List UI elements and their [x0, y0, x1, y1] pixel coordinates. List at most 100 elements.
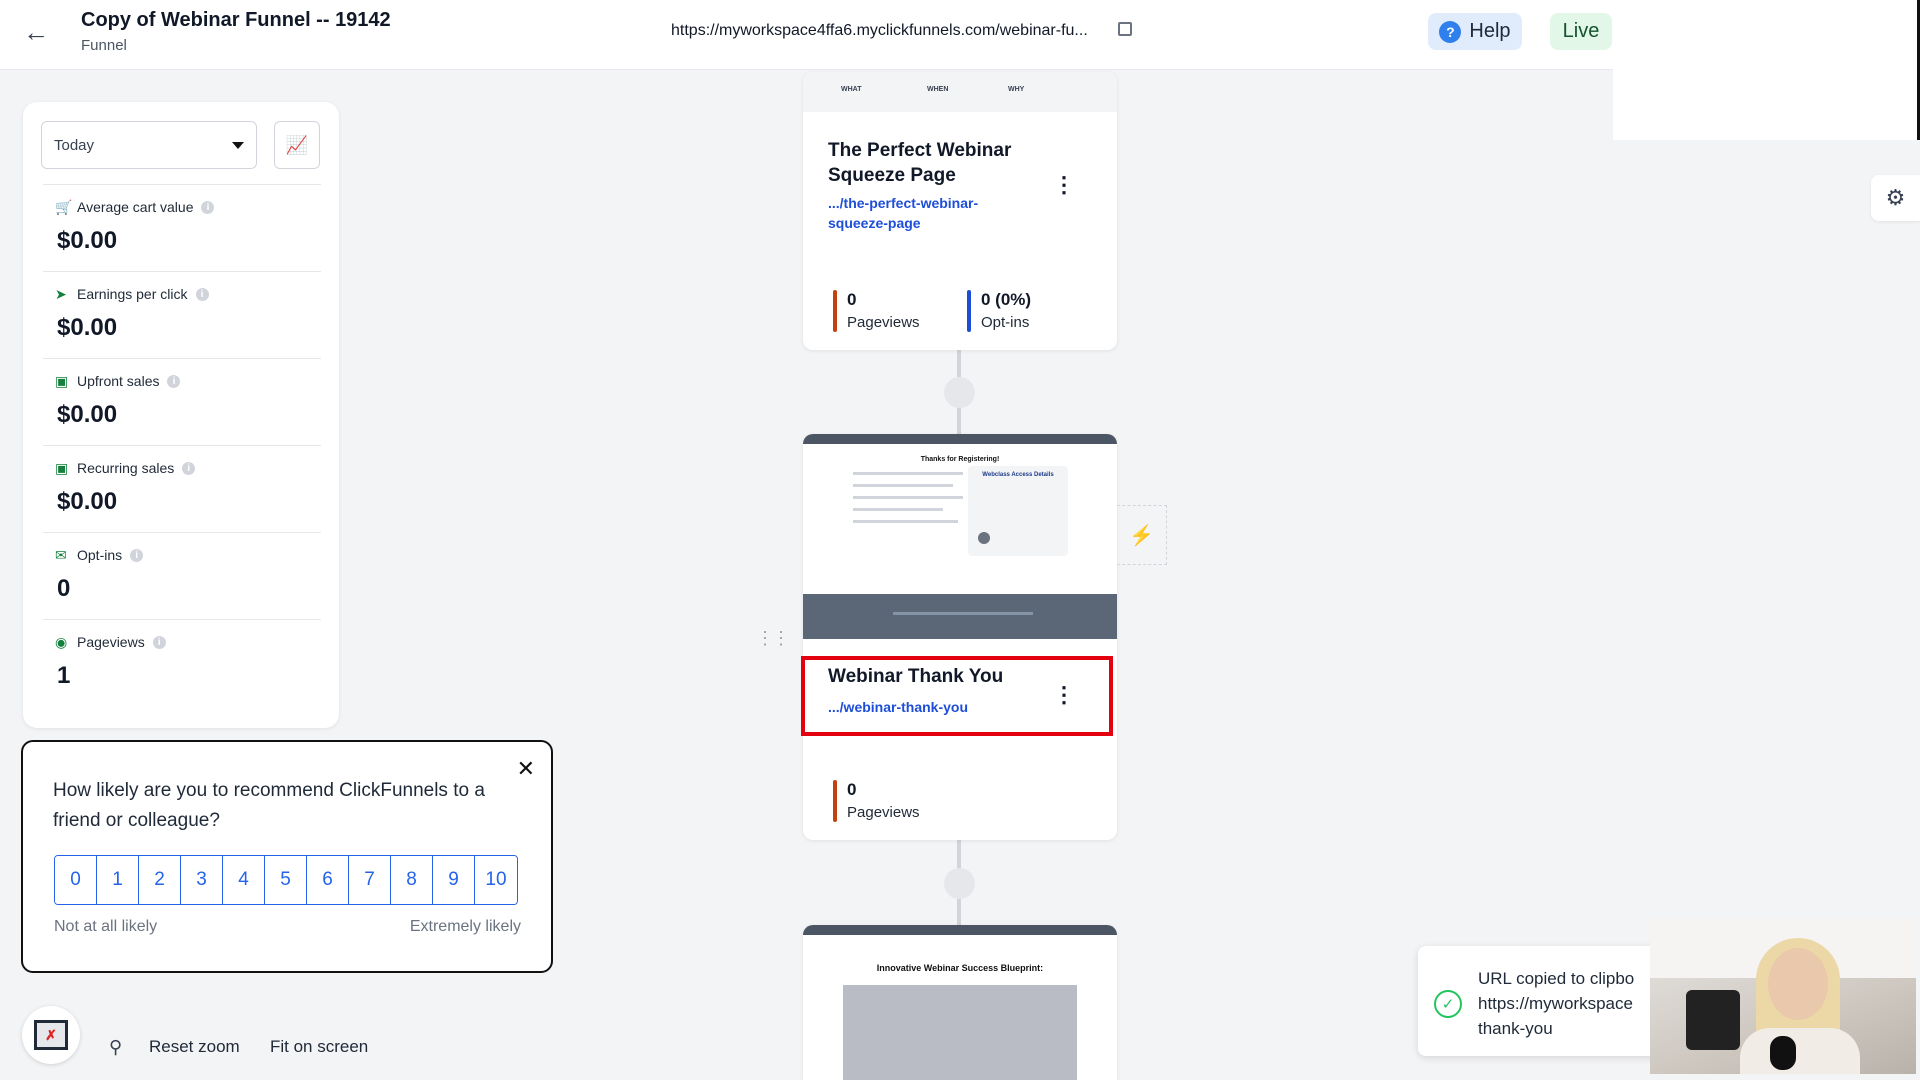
back-arrow-icon[interactable]: ←: [22, 18, 50, 46]
nps-survey: ✕ How likely are you to recommend ClickF…: [21, 740, 553, 973]
stat-recurring-sales: ▣ Recurring sales i $0.00: [43, 445, 321, 531]
money-icon: ▣: [55, 460, 69, 476]
date-range-value: Today: [54, 136, 95, 154]
info-icon[interactable]: i: [201, 200, 215, 214]
info-icon[interactable]: i: [167, 374, 181, 388]
metric-pageviews: 0 Pageviews: [833, 290, 920, 332]
live-badge[interactable]: Live: [1550, 13, 1612, 50]
stat-pageviews: ◉ Pageviews i 1: [43, 619, 321, 705]
funnel-subtitle: Funnel: [81, 37, 127, 54]
help-label: Help: [1469, 20, 1511, 42]
stat-average-cart-value: 🛒 Average cart value i $0.00: [43, 184, 321, 270]
right-panel-edge: [1613, 0, 1920, 140]
page-thumbnail: Thanks for Registering! Webclass Access …: [803, 434, 1117, 639]
stat-opt-ins: ✉ Opt-ins i 0: [43, 532, 321, 618]
thumb-label: WHY: [1008, 86, 1025, 93]
page-thumbnail: Innovative Webinar Success Blueprint:: [803, 925, 1117, 1080]
logo-mark-icon: ✗: [34, 1020, 68, 1050]
automation-bolt-icon[interactable]: ⚡: [1117, 505, 1167, 565]
metric-label: Pageviews: [847, 314, 920, 331]
thumb-label: WHAT: [841, 86, 862, 93]
nps-option[interactable]: 8: [391, 856, 433, 904]
stat-label: Average cart value: [77, 199, 194, 215]
stat-earnings-per-click: ➤ Earnings per click i $0.00: [43, 271, 321, 357]
info-icon[interactable]: i: [130, 548, 144, 562]
open-external-icon[interactable]: [1118, 22, 1132, 36]
stat-label: Recurring sales: [77, 460, 175, 476]
nps-option[interactable]: 1: [97, 856, 139, 904]
close-icon[interactable]: ✕: [517, 756, 535, 782]
nps-option[interactable]: 4: [223, 856, 265, 904]
info-icon[interactable]: i: [195, 287, 209, 301]
funnel-step-card[interactable]: Innovative Webinar Success Blueprint:: [803, 925, 1117, 1080]
toast-message: URL copied to clipbo https://myworkspace…: [1478, 966, 1668, 1041]
nps-option[interactable]: 6: [307, 856, 349, 904]
nps-option[interactable]: 7: [349, 856, 391, 904]
clickfunnels-logo[interactable]: ✗: [22, 1006, 80, 1064]
scale-high-label: Extremely likely: [409, 918, 521, 935]
top-header: ← Copy of Webinar Funnel -- 19142 Funnel…: [0, 0, 1613, 70]
toast-line: https://myworkspace: [1478, 994, 1633, 1013]
info-icon[interactable]: i: [152, 635, 166, 649]
funnel-step-card[interactable]: Thanks for Registering! Webclass Access …: [803, 434, 1117, 840]
nps-scale: 0 1 2 3 4 5 6 7 8 9 10: [54, 855, 518, 905]
thumb-heading: Thanks for Registering!: [920, 456, 1000, 463]
nps-option[interactable]: 10: [475, 856, 517, 904]
fit-on-screen-button[interactable]: Fit on screen: [270, 1037, 368, 1057]
metric-pageviews: 0 Pageviews: [833, 780, 920, 822]
reset-zoom-button[interactable]: Reset zoom: [149, 1037, 240, 1057]
step-title: Squeeze Page: [828, 165, 956, 186]
date-range-select[interactable]: Today: [41, 121, 257, 169]
thumb-label: WHEN: [927, 86, 949, 93]
step-link[interactable]: .../the-perfect-webinar-: [828, 193, 978, 213]
survey-question: How likely are you to recommend ClickFun…: [53, 780, 485, 831]
toolbox-icon[interactable]: ⚙: [1871, 175, 1920, 221]
eye-icon: ◉: [55, 634, 68, 650]
nps-option[interactable]: 0: [55, 856, 97, 904]
info-icon[interactable]: i: [182, 461, 196, 475]
metric-label: Opt-ins: [981, 314, 1030, 331]
metric-value: 0: [847, 780, 857, 799]
scale-low-label: Not at all likely: [54, 918, 158, 935]
nps-option[interactable]: 3: [181, 856, 223, 904]
help-button[interactable]: ? Help: [1428, 13, 1522, 50]
metric-value: 0 (0%): [981, 290, 1032, 309]
drag-handle-icon[interactable]: ⋮⋮: [756, 628, 790, 649]
stat-upfront-sales: ▣ Upfront sales i $0.00: [43, 358, 321, 444]
funnel-url[interactable]: https://myworkspace4ffa6.myclickfunnels.…: [671, 22, 1088, 40]
step-title: The Perfect Webinar: [828, 140, 1012, 161]
caret-down-icon: [232, 141, 244, 149]
copied-toast: ✓ URL copied to clipbo https://myworkspa…: [1418, 946, 1668, 1056]
kebab-menu-icon[interactable]: ⋮: [1053, 174, 1075, 196]
nps-option[interactable]: 2: [139, 856, 181, 904]
money-icon: ▣: [55, 373, 69, 389]
envelope-icon: ✉: [55, 547, 67, 563]
stat-label: Pageviews: [77, 634, 145, 650]
zoom-out-icon[interactable]: ⚲: [109, 1037, 122, 1058]
stat-label: Opt-ins: [77, 547, 123, 563]
metric-value: 0: [847, 290, 857, 309]
cart-icon: 🛒: [55, 199, 73, 215]
nps-option[interactable]: 5: [265, 856, 307, 904]
cursor-icon: ➤: [55, 286, 67, 302]
funnel-step-card[interactable]: WHAT WHEN WHY The Perfect Webinar Squeez…: [803, 72, 1117, 350]
add-step-node[interactable]: [944, 868, 975, 899]
stat-value: $0.00: [57, 401, 118, 428]
chart-icon[interactable]: 📈: [274, 121, 320, 169]
step-link[interactable]: squeeze-page: [828, 213, 921, 233]
page-thumbnail: WHAT WHEN WHY: [803, 72, 1117, 112]
thumb-box-title: Webclass Access Details: [982, 472, 1054, 478]
nps-option[interactable]: 9: [433, 856, 475, 904]
metric-label: Pageviews: [847, 804, 920, 821]
check-icon: ✓: [1434, 990, 1462, 1018]
stat-value: 0: [57, 575, 71, 602]
stats-panel: Today 📈 🛒 Average cart value i $0.00 ➤ Earn…: [23, 102, 339, 728]
stat-value: $0.00: [57, 227, 118, 254]
add-step-node[interactable]: [944, 377, 975, 408]
toast-line: URL copied to clipbo: [1478, 969, 1635, 988]
stat-value: $0.00: [57, 488, 118, 515]
stat-label: Upfront sales: [77, 373, 160, 389]
funnel-title: Copy of Webinar Funnel -- 19142: [81, 9, 391, 31]
highlight-box: [801, 656, 1113, 736]
stat-value: 1: [57, 662, 71, 689]
